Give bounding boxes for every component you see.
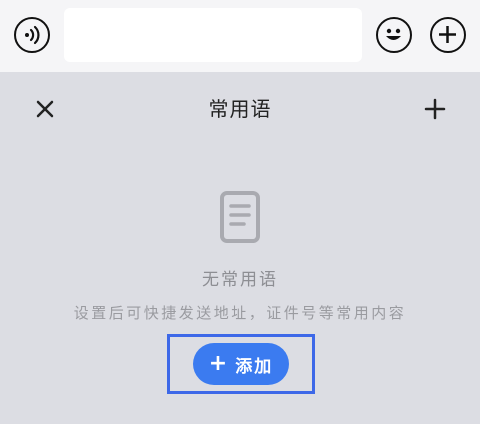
close-button[interactable] xyxy=(30,94,60,124)
empty-state-title: 无常用语 xyxy=(202,270,278,290)
panel-title: 常用语 xyxy=(208,97,272,121)
plus-icon xyxy=(424,98,446,120)
add-phrase-button[interactable]: + 添加 xyxy=(193,343,289,385)
voice-button[interactable] xyxy=(14,17,50,53)
empty-state-description: 设置后可快捷发送地址，证件号等常用内容 xyxy=(73,304,407,322)
plus-glyph-icon: + xyxy=(208,351,230,376)
plus-circle-icon xyxy=(439,26,456,43)
more-button[interactable] xyxy=(430,17,466,53)
emoji-icon xyxy=(386,28,401,40)
add-button-label: 添加 xyxy=(235,356,274,377)
document-icon xyxy=(220,191,260,243)
voice-icon xyxy=(25,25,40,45)
message-input[interactable] xyxy=(64,8,362,62)
add-phrase-icon-button[interactable] xyxy=(420,94,450,124)
emoji-button[interactable] xyxy=(376,17,412,53)
input-bar xyxy=(0,0,480,72)
common-phrases-panel: 常用语 无常用语 设置后可快捷发送地址，证件号等常用内容 + 添加 xyxy=(0,72,480,424)
close-icon xyxy=(36,100,54,118)
